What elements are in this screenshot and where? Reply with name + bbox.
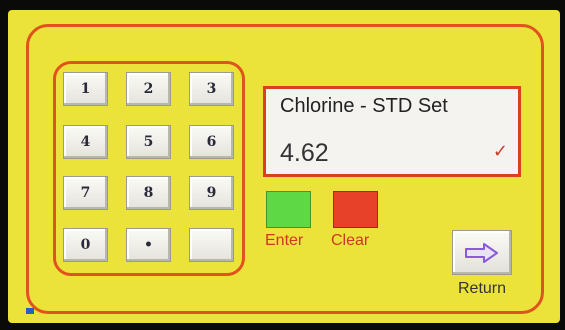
display-title: Chlorine - STD Set [280,95,448,117]
check-icon: ✓ [492,141,508,162]
return-button[interactable] [452,230,512,275]
key-blank[interactable] [189,228,234,262]
key-8[interactable]: 8 [126,176,171,210]
key-3[interactable]: 3 [189,72,234,106]
value-display: Chlorine - STD Set 4.62 ✓ [263,86,521,177]
key-1[interactable]: 1 [63,72,108,106]
key-7[interactable]: 7 [63,176,108,210]
enter-label: Enter [265,232,304,249]
key-4[interactable]: 4 [63,125,108,159]
key-6[interactable]: 6 [189,125,234,159]
enter-button[interactable] [266,191,311,228]
key-9[interactable]: 9 [189,176,234,210]
display-value: 4.62 [280,139,329,167]
clear-button[interactable] [333,191,378,228]
return-label: Return [457,280,507,297]
key-2[interactable]: 2 [126,72,171,106]
arrow-right-icon [465,242,498,263]
key-decimal[interactable]: • [126,228,171,262]
clear-label: Clear [331,232,370,249]
key-5[interactable]: 5 [126,125,171,159]
status-indicator [26,308,34,314]
key-0[interactable]: 0 [63,228,108,262]
